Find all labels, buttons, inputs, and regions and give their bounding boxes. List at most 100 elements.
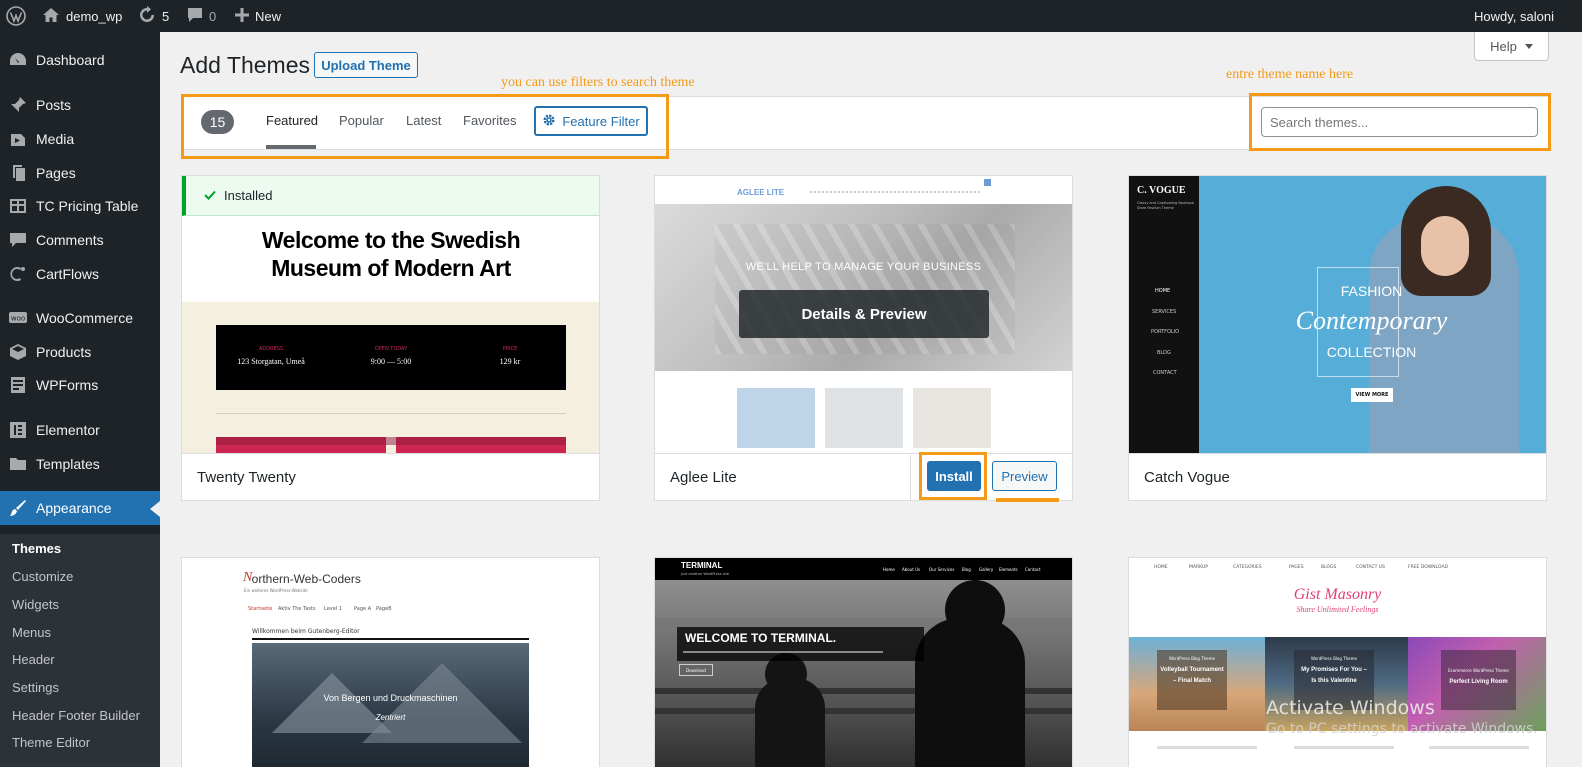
brush-icon — [0, 499, 36, 517]
sidebar-item-label: Templates — [36, 456, 100, 472]
preview-nav-item: SERVICES — [1152, 309, 1177, 315]
preview-heading: Willkommen beim Gutenberg-Editor — [252, 628, 360, 635]
site-name-link[interactable]: demo_wp — [42, 0, 122, 32]
submenu-customize[interactable]: Customize — [12, 569, 73, 584]
activate-windows-subtitle: Go to PC settings to activate Windows. — [1266, 721, 1538, 737]
new-content-link[interactable]: New — [235, 0, 281, 32]
sidebar-item-comments[interactable]: Comments — [0, 223, 160, 257]
activate-windows-title: Activate Windows — [1266, 697, 1435, 719]
help-tab[interactable]: Help — [1474, 32, 1549, 61]
tab-latest[interactable]: Latest — [406, 113, 441, 128]
installed-notice: Installed — [182, 176, 599, 216]
preview-logo-sub: Classy and Captivating Boutique Store Fa… — [1137, 201, 1195, 210]
submenu-theme-editor[interactable]: Theme Editor — [12, 735, 90, 750]
preview-view-more: VIEW MORE — [1351, 388, 1393, 402]
account-menu[interactable]: Howdy, saloni — [1474, 0, 1554, 32]
submenu-settings[interactable]: Settings — [12, 680, 59, 695]
install-button[interactable]: Install — [927, 461, 981, 491]
preview-nav-item: CONTACT — [1153, 370, 1177, 376]
submenu-widgets[interactable]: Widgets — [12, 597, 59, 612]
theme-card-northern-web-coders[interactable]: Northern-Web-Coders N Ein weiteres WordP… — [181, 557, 600, 767]
sidebar-item-templates[interactable]: Templates — [0, 447, 160, 481]
preview-nav-item: Page A — [354, 606, 372, 612]
admin-sidebar: Dashboard Posts Media Pages TC Pricing T… — [0, 32, 160, 767]
submenu-header[interactable]: Header — [12, 652, 55, 667]
pages-icon — [0, 164, 36, 182]
caret-down-icon — [1524, 43, 1533, 49]
theme-card-catch-vogue[interactable]: C. VOGUE Classy and Captivating Boutique… — [1128, 175, 1547, 501]
sidebar-item-woocommerce[interactable]: woo WooCommerce — [0, 301, 160, 335]
preview-nav-item: FREE DOWNLOAD — [1408, 565, 1449, 570]
tab-popular[interactable]: Popular — [339, 113, 384, 128]
preview-nav-item: CATEGORIES — [1233, 565, 1262, 570]
preview-nav-item: Our Services — [929, 567, 955, 572]
page-title: Add Themes — [180, 52, 310, 78]
preview-tagline: Share Unlimited Feelings — [1296, 605, 1379, 614]
box-icon — [0, 343, 36, 361]
submenu-themes[interactable]: Themes — [12, 541, 61, 556]
installed-label: Installed — [224, 188, 273, 203]
preview-nav-item: Contact — [1025, 567, 1041, 572]
sidebar-item-products[interactable]: Products — [0, 335, 160, 369]
wordpress-logo-icon[interactable] — [6, 0, 26, 32]
details-preview-overlay[interactable]: Details & Preview — [739, 290, 989, 338]
preview-headline: Welcome to the Swedish Museum of Modern … — [261, 227, 521, 281]
theme-screenshot: C. VOGUE Classy and Captivating Boutique… — [1129, 176, 1546, 454]
info-label: ADDRESS — [258, 346, 284, 352]
theme-card-terminal[interactable]: TERMINAL Just another WordPress site Hom… — [654, 557, 1073, 767]
annotation-search: entre theme name here — [1226, 67, 1354, 82]
theme-name: Catch Vogue — [1129, 453, 1546, 500]
theme-name-text: Catch Vogue — [1144, 468, 1230, 486]
theme-card-twenty-twenty[interactable]: Welcome to the Swedish Museum of Modern … — [181, 175, 600, 501]
cartflows-icon — [0, 265, 36, 283]
folder-icon — [0, 455, 36, 473]
tab-featured[interactable]: Featured — [266, 113, 318, 128]
preview-nav-item: CONTACT US — [1356, 565, 1385, 570]
feature-filter-button[interactable]: Feature Filter — [534, 106, 648, 136]
home-icon — [42, 7, 60, 26]
plus-icon — [235, 7, 249, 25]
tab-favorites[interactable]: Favorites — [463, 113, 516, 128]
submenu-header-footer-builder[interactable]: Header Footer Builder — [12, 708, 140, 723]
preview-side-nav: C. VOGUE Classy and Captivating Boutique… — [1129, 176, 1199, 454]
preview-nav-item: Aktiv The Tasts — [278, 606, 316, 612]
preview-nav-item: PageB — [376, 606, 392, 612]
sidebar-item-wpforms[interactable]: WPForms — [0, 368, 160, 402]
sidebar-item-dashboard[interactable]: Dashboard — [0, 43, 160, 77]
sidebar-item-cartflows[interactable]: CartFlows — [0, 257, 160, 291]
info-value: 123 Storgatan, Umeå — [237, 357, 305, 366]
preview-line2: Contemporary — [1295, 306, 1448, 335]
preview-sub: Just another WordPress site — [681, 572, 730, 576]
sidebar-item-elementor[interactable]: Elementor — [0, 413, 160, 447]
sidebar-item-pages[interactable]: Pages — [0, 156, 160, 190]
info-label: OPEN TODAY — [374, 346, 408, 352]
sidebar-item-label: Elementor — [36, 422, 100, 438]
preview-nav-item: About Us — [902, 567, 921, 572]
sidebar-item-tc-pricing-table[interactable]: TC Pricing Table — [0, 189, 160, 223]
comment-icon — [187, 7, 203, 26]
help-label: Help — [1490, 38, 1517, 54]
checkmark-icon — [204, 188, 216, 203]
preview-hero: Von Bergen und Druckmaschinen Zentriert — [252, 643, 529, 767]
elementor-icon — [0, 421, 36, 439]
preview-logo: TERMINAL — [681, 561, 723, 570]
upload-theme-button[interactable]: Upload Theme — [314, 52, 418, 78]
comments-link[interactable]: 0 — [187, 0, 216, 32]
preview-button[interactable]: Preview — [992, 461, 1057, 491]
sidebar-item-label: CartFlows — [36, 266, 100, 282]
active-tab-indicator — [266, 145, 316, 149]
theme-name: Twenty Twenty — [182, 453, 599, 500]
sidebar-item-label: Comments — [36, 232, 104, 248]
sidebar-item-appearance[interactable]: Appearance — [0, 491, 160, 525]
updates-link[interactable]: 5 — [138, 0, 169, 32]
theme-card-aglee-lite[interactable]: AGLEE LITE WE'LL HELP TO MANAGE YOUR BUS… — [654, 175, 1073, 501]
search-themes-input[interactable] — [1261, 107, 1538, 137]
sidebar-item-media[interactable]: Media — [0, 122, 160, 156]
preview-nav-item: MARKUP — [1189, 565, 1208, 570]
sidebar-item-posts[interactable]: Posts — [0, 88, 160, 122]
preview-line1: FASHION — [1340, 283, 1403, 299]
preview-logo-initial: N — [243, 570, 253, 585]
forms-icon — [0, 376, 36, 394]
sidebar-item-label: Appearance — [36, 500, 112, 516]
submenu-menus[interactable]: Menus — [12, 625, 51, 640]
